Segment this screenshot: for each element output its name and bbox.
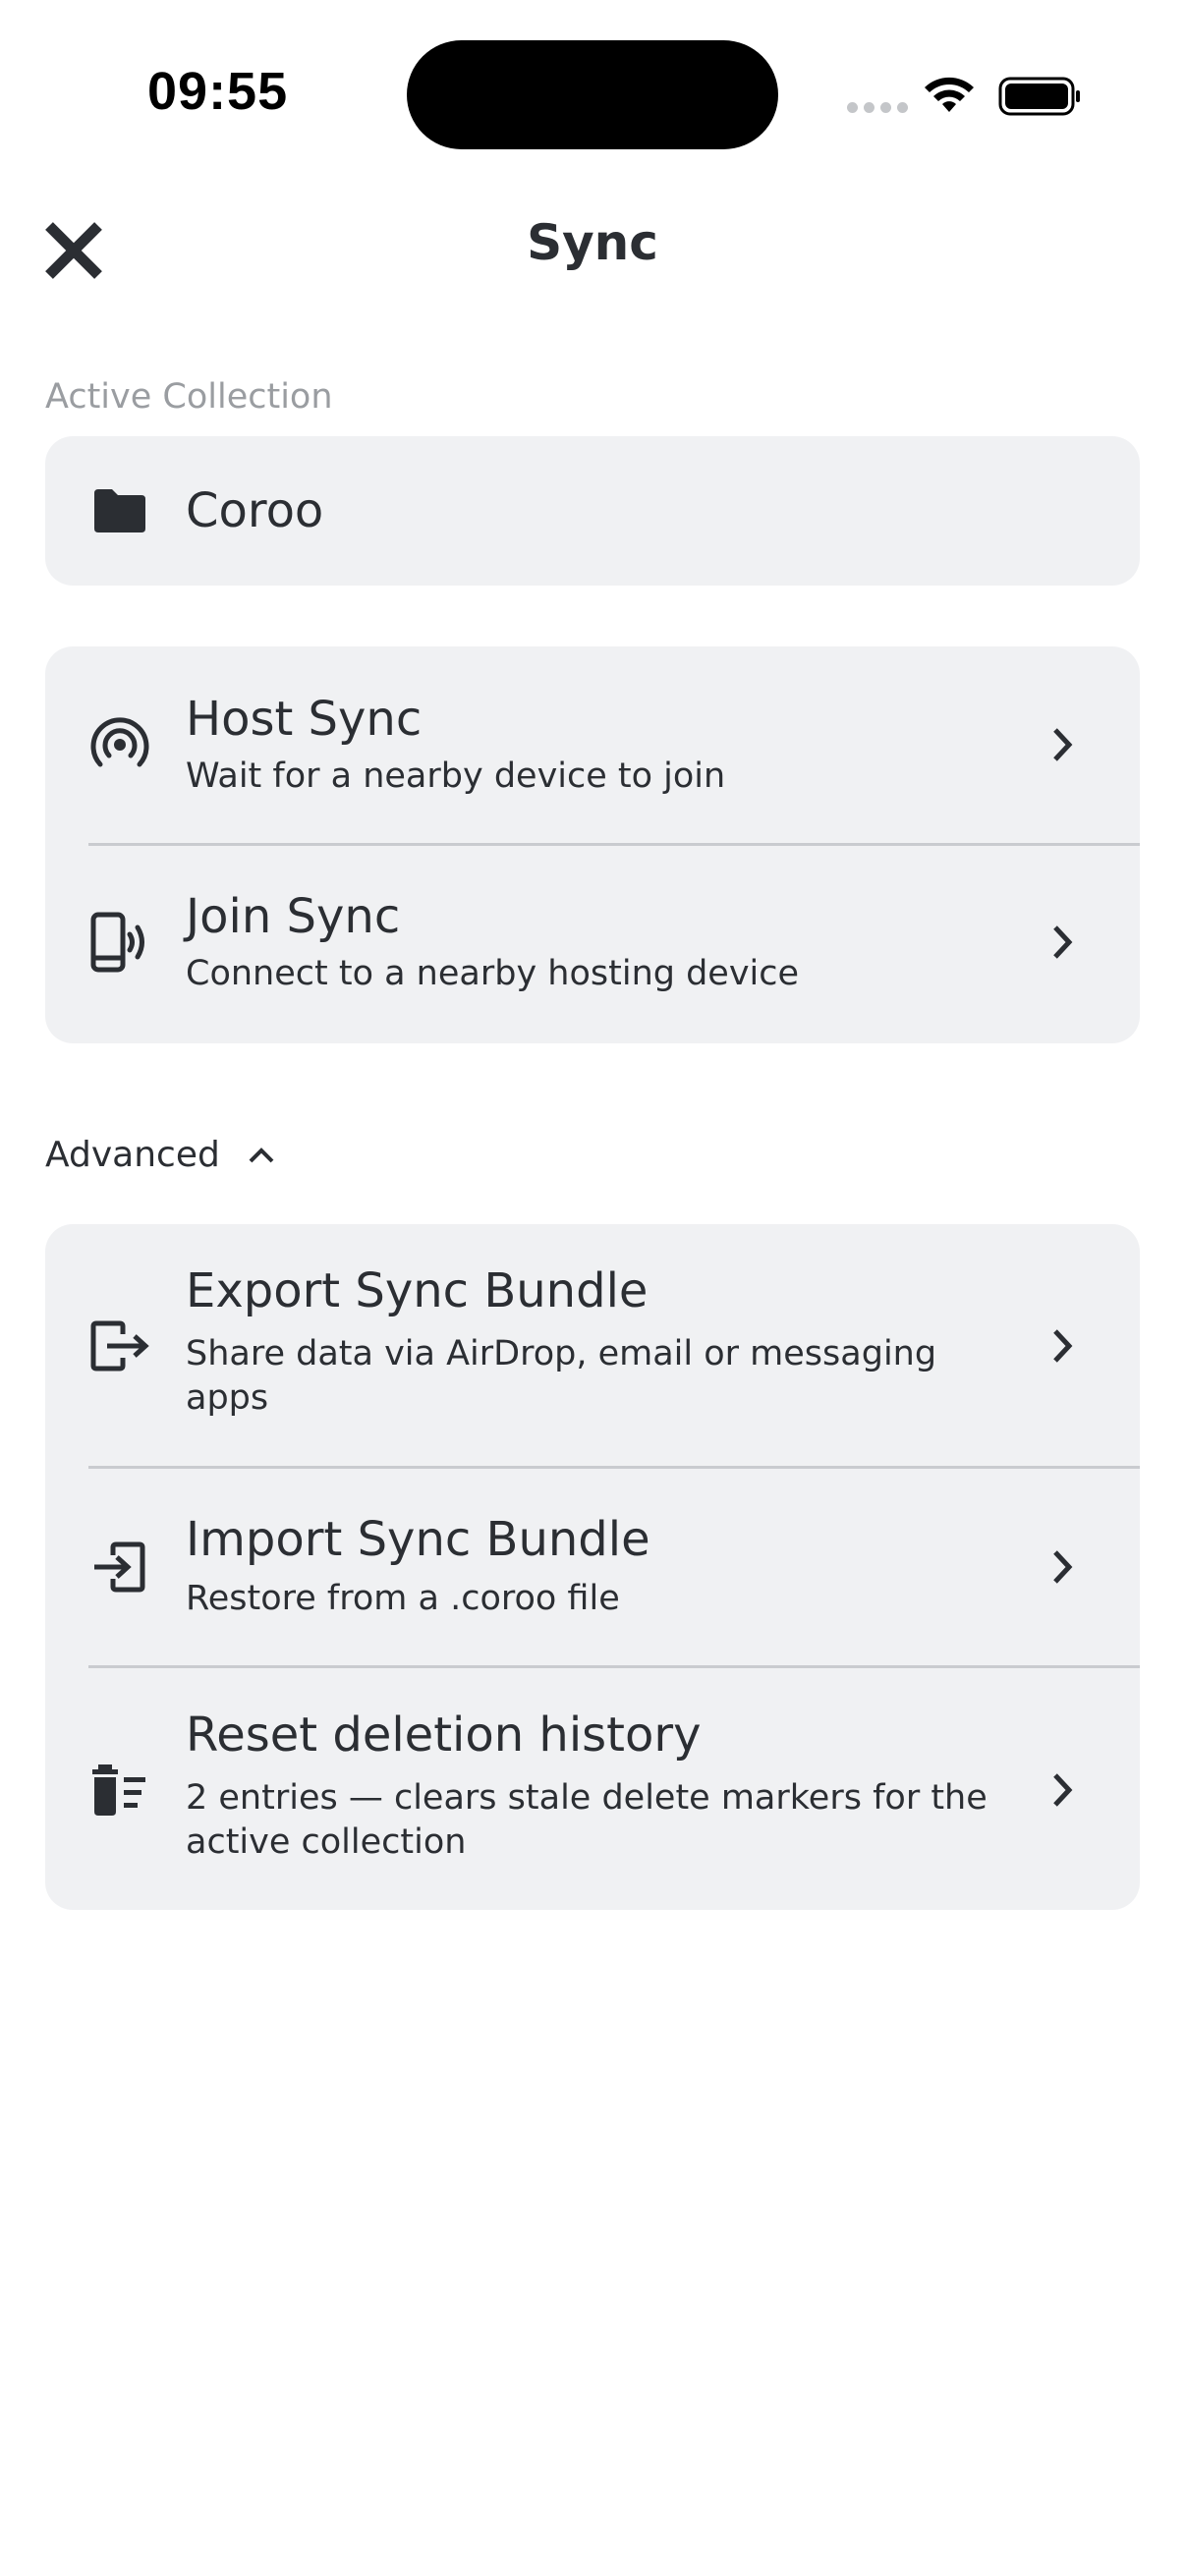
advanced-label: Advanced: [45, 1135, 220, 1175]
cellular-signal-icon: [847, 102, 908, 113]
import-sync-bundle-row[interactable]: Import Sync Bundle Restore from a .coroo…: [45, 1469, 1140, 1665]
import-sync-bundle-subtitle: Restore from a .coroo file: [186, 1579, 620, 1618]
page-title: Sync: [527, 214, 658, 271]
export-sync-bundle-title: Export Sync Bundle: [186, 1263, 649, 1318]
import-sync-bundle-title: Import Sync Bundle: [186, 1512, 650, 1567]
host-sync-row[interactable]: Host Sync Wait for a nearby device to jo…: [45, 646, 1140, 843]
host-sync-subtitle: Wait for a nearby device to join: [186, 756, 726, 796]
chevron-right-icon: [1044, 1547, 1083, 1587]
active-collection-card[interactable]: Coroo: [45, 436, 1140, 586]
battery-icon: [998, 77, 1083, 120]
chevron-right-icon: [1044, 1326, 1083, 1366]
chevron-right-icon: [1044, 1770, 1083, 1810]
dynamic-island: [407, 40, 778, 149]
reset-deletion-history-row[interactable]: Reset deletion history 2 entries — clear…: [45, 1668, 1140, 1910]
active-collection-name: Coroo: [186, 483, 324, 538]
export-icon: [88, 1315, 151, 1377]
chevron-right-icon: [1044, 923, 1083, 962]
folder-icon: [88, 479, 151, 542]
advanced-card: Export Sync Bundle Share data via AirDro…: [45, 1224, 1140, 1910]
join-sync-title: Join Sync: [186, 889, 401, 944]
export-sync-bundle-row[interactable]: Export Sync Bundle Share data via AirDro…: [45, 1224, 1140, 1466]
phone-signal-icon: [88, 911, 151, 974]
chevron-right-icon: [1044, 725, 1083, 764]
join-sync-row[interactable]: Join Sync Connect to a nearby hosting de…: [45, 846, 1140, 1043]
sync-options-card: Host Sync Wait for a nearby device to jo…: [45, 646, 1140, 1043]
delete-sweep-icon: [88, 1759, 151, 1821]
export-sync-bundle-subtitle: Share data via AirDrop, email or messagi…: [186, 1334, 937, 1418]
reset-deletion-history-title: Reset deletion history: [186, 1708, 702, 1763]
chevron-up-icon: [249, 1147, 274, 1162]
join-sync-subtitle: Connect to a nearby hosting device: [186, 954, 800, 993]
active-collection-label: Active Collection: [45, 377, 333, 417]
status-time: 09:55: [147, 62, 289, 121]
advanced-toggle[interactable]: Advanced: [45, 1135, 275, 1175]
status-bar: 09:55: [0, 0, 1185, 196]
wifi-icon: [924, 75, 975, 118]
import-icon: [88, 1536, 151, 1598]
broadcast-icon: [88, 713, 151, 776]
reset-deletion-history-subtitle: 2 entries — clears stale delete markers …: [186, 1778, 988, 1862]
host-sync-title: Host Sync: [186, 692, 423, 747]
